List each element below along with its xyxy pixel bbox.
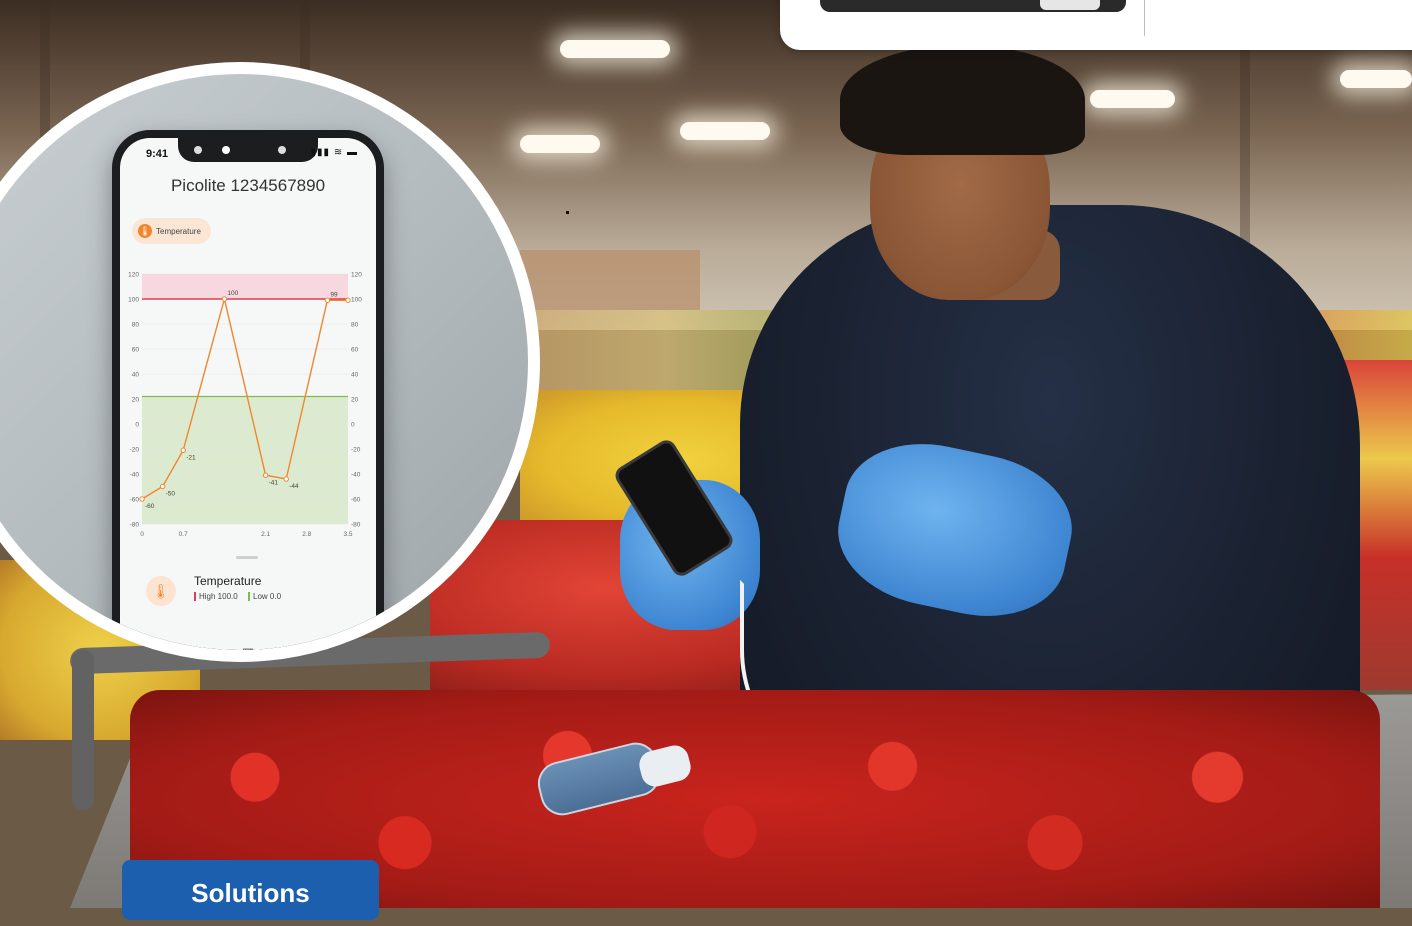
background-boxes <box>520 250 700 310</box>
status-icons: ▮▮▮ ≋ ▬ <box>310 147 358 158</box>
x-tick-label: 2.1 <box>261 531 270 538</box>
y-tick-label-right: -60 <box>351 497 361 504</box>
settings-icon[interactable]: ⚙ <box>148 645 178 650</box>
data-point <box>345 297 351 303</box>
y-tick-label-left: 80 <box>132 322 140 329</box>
data-point <box>180 447 186 453</box>
y-tick-label-left: -60 <box>130 497 140 504</box>
temperature-chip[interactable]: 🌡 Temperature <box>132 218 211 244</box>
y-tick-label-left: 120 <box>128 272 139 279</box>
cart-pole <box>72 650 94 810</box>
y-tick-label-right: -40 <box>351 472 361 479</box>
data-point <box>283 476 289 482</box>
y-tick-label-left: 100 <box>128 297 139 304</box>
y-tick-label-right: 120 <box>351 272 362 279</box>
data-label: -50 <box>166 491 176 498</box>
y-tick-label-left: -20 <box>130 447 140 454</box>
notch-camera <box>222 146 230 154</box>
y-tick-label-left: 60 <box>132 347 140 354</box>
x-tick-label: 2.8 <box>302 531 311 538</box>
data-label: -60 <box>145 503 155 510</box>
device-title: Picolite 1234567890 <box>170 176 326 195</box>
notch-sensor <box>194 146 202 154</box>
card-divider <box>1144 0 1145 36</box>
data-label: 100 <box>227 290 238 297</box>
ceiling-lamp <box>680 122 770 140</box>
ceiling-lamp <box>1340 70 1412 88</box>
data-label: -44 <box>289 483 299 490</box>
chip-label: Temperature <box>156 226 201 236</box>
y-tick-label-right: 0 <box>351 422 355 429</box>
product-device-tag <box>1040 0 1100 10</box>
data-point <box>139 496 145 502</box>
temperature-chart: 120 100 80 60 40 20 0 -20 -40 -60 -80 120 100 80 60 40 2… <box>128 272 362 539</box>
solutions-button[interactable]: Solutions <box>122 860 379 920</box>
y-tick-label-right: 80 <box>351 322 359 329</box>
data-point <box>159 483 166 490</box>
data-point <box>262 472 269 478</box>
y-tick-label-right: 20 <box>351 397 359 404</box>
phone-mockup: 9:41 ▮▮▮ ≋ ▬ Picolite 1234567890 🌡 Tempe… <box>112 130 384 650</box>
y-tick-label-left: 0 <box>135 422 139 429</box>
x-tick-label: 0.7 <box>179 531 188 538</box>
data-point <box>221 296 228 302</box>
chart-icon[interactable]: ↗ <box>318 645 348 650</box>
y-tick-label-right: -20 <box>351 447 361 454</box>
worker-hair <box>840 45 1085 155</box>
legend-high: High 100.0 <box>194 592 238 601</box>
data-point <box>324 297 331 303</box>
phone-notch <box>178 138 318 162</box>
legend-title: Temperature <box>194 574 262 588</box>
y-tick-label-left: -40 <box>130 472 140 479</box>
stray-dot <box>566 211 569 214</box>
high-alarm-band <box>142 274 348 299</box>
y-tick-label-right: -80 <box>351 522 361 529</box>
ceiling-lamp <box>560 40 670 58</box>
x-tick-label: 0 <box>140 531 144 538</box>
y-tick-label-left: 20 <box>132 397 140 404</box>
data-label: 99 <box>330 291 338 298</box>
phone-screen: 9:41 ▮▮▮ ≋ ▬ Picolite 1234567890 🌡 Tempe… <box>120 138 376 650</box>
status-time: 9:41 <box>146 148 169 160</box>
thermometer-icon: 🌡 <box>146 576 176 606</box>
y-tick-label-left: -80 <box>130 522 140 529</box>
y-tick-label-right: 40 <box>351 372 359 379</box>
thermometer-icon: 🌡 <box>138 224 152 238</box>
inset-background: 9:41 ▮▮▮ ≋ ▬ Picolite 1234567890 🌡 Tempe… <box>0 74 528 650</box>
data-label: -21 <box>186 454 196 461</box>
ceiling-lamp <box>520 135 600 153</box>
ceiling-lamp <box>1090 90 1175 108</box>
tab-bar: ⚙ ▦ ↗ <box>120 638 376 650</box>
notch-sensor <box>278 146 286 154</box>
table-icon[interactable]: ▦ <box>233 645 263 650</box>
legend-low: Low 0.0 <box>248 592 281 601</box>
sheet-handle[interactable] <box>236 556 258 559</box>
y-tick-label-right: 100 <box>351 297 362 304</box>
y-tick-label-left: 40 <box>132 372 140 379</box>
temperature-legend: 🌡 Temperature High 100.0 Low 0.0 <box>142 570 362 622</box>
data-label: -41 <box>269 479 279 486</box>
y-tick-label-right: 60 <box>351 347 359 354</box>
x-tick-label: 3.5 <box>343 531 352 538</box>
safe-range-band <box>142 396 348 524</box>
